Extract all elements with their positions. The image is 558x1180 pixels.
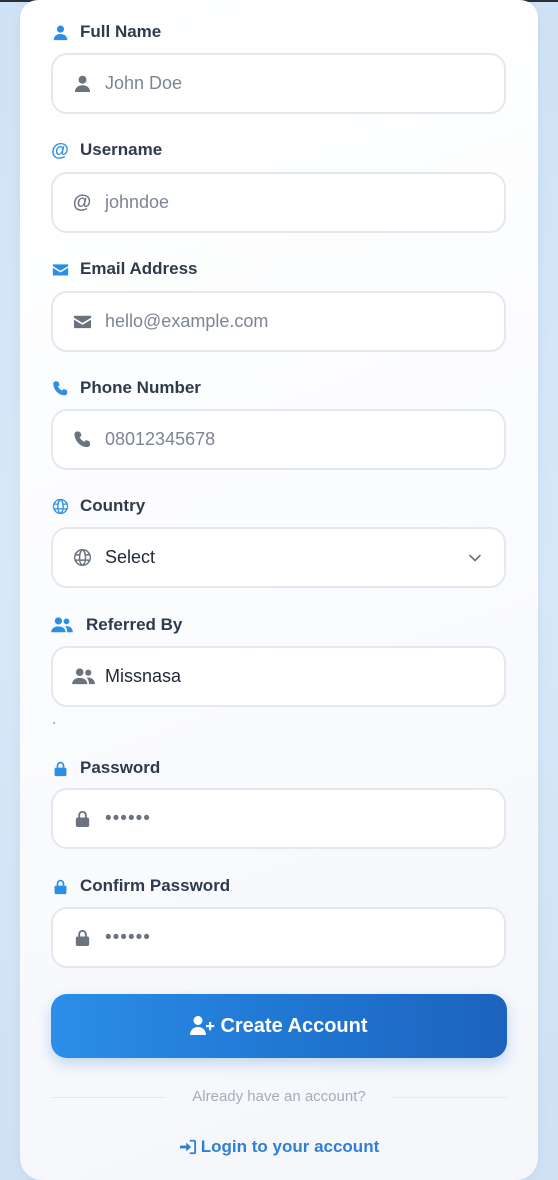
phone-field[interactable]: 08012345678 [51,409,506,470]
full-name-label: Full Name [50,21,161,43]
email-field[interactable]: hello@example.com [51,291,506,352]
username-label: @ Username [51,140,163,160]
lock-icon [50,876,70,896]
lock-icon [50,758,70,778]
phone-icon [50,378,70,398]
login-link[interactable]: Login to your account [0,1137,558,1157]
envelope-icon [71,311,93,333]
at-icon: @ [51,140,69,160]
globe-icon [71,547,93,569]
confirm-password-label: Confirm Password [50,875,230,897]
username-placeholder: johndoe [105,192,170,212]
user-plus-icon [190,1016,215,1035]
email-label: Email Address [50,258,197,280]
create-account-button[interactable]: Create Account [51,994,507,1058]
at-icon: @ [72,191,92,213]
lock-icon [71,808,93,830]
password-masked-value: •••••• [105,807,151,829]
confirm-password-field[interactable]: •••••• [51,907,506,968]
country-selected-value: Select [105,547,156,567]
phone-placeholder: 08012345678 [105,429,216,449]
user-icon [71,73,93,95]
sign-in-icon [179,1139,196,1155]
password-label: Password [50,757,160,779]
referred-by-field[interactable]: Missnasa [51,646,506,707]
email-placeholder: hello@example.com [105,311,269,331]
users-icon [71,666,95,688]
full-name-field[interactable]: John Doe [51,53,506,114]
login-link-label: Login to your account [200,1137,380,1156]
globe-icon [50,496,70,516]
already-have-account-text: Already have an account? [192,1088,366,1105]
phone-icon [71,429,93,451]
lock-icon [71,927,93,949]
confirm-password-masked-value: •••••• [105,926,151,948]
country-select[interactable]: Select [51,527,506,588]
referred-by-label: Referred By [50,614,182,636]
full-name-placeholder: John Doe [105,73,183,93]
stray-dot [53,722,55,724]
referred-by-value: Missnasa [105,666,182,686]
country-label: Country [50,495,145,517]
envelope-icon [50,259,70,279]
chevron-down-icon [468,551,482,565]
password-field[interactable]: •••••• [51,788,506,849]
username-field[interactable]: @ johndoe [51,172,506,233]
phone-label: Phone Number [50,377,201,399]
create-account-label: Create Account [220,1014,368,1037]
users-icon [50,615,74,635]
user-icon [50,22,70,42]
